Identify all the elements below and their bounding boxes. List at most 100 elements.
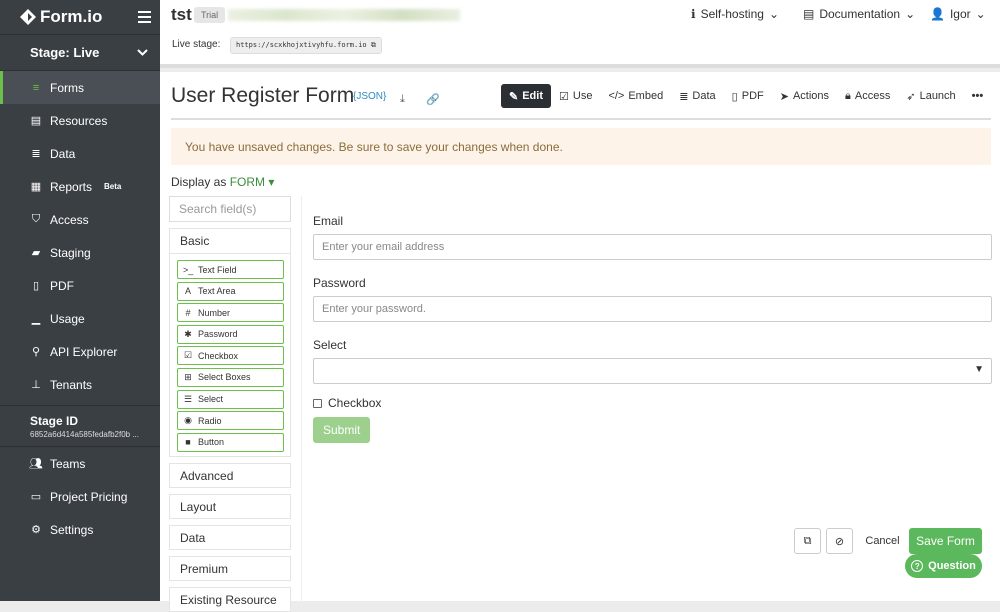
documentation-menu[interactable]: ▤ Documentation ⌄: [803, 7, 915, 21]
stage-selector[interactable]: Stage: Live: [0, 35, 160, 71]
component-icon: >_: [183, 264, 194, 275]
tab-use[interactable]: ☑ Use: [551, 84, 600, 108]
book-icon: ▤: [803, 7, 815, 21]
password-input[interactable]: Enter your password.: [313, 296, 992, 322]
sidebar-item-project-pricing[interactable]: ▭ Project Pricing: [0, 480, 160, 513]
sidebar-item-label: Project Pricing: [50, 489, 128, 504]
brand-header: Form.io: [0, 0, 160, 35]
tab-edit-label: Edit: [522, 90, 543, 102]
form-tabs: ✎ Edit ☑ Use </> Embed ≣ Data ▯ PDF ➤ Actions …: [501, 84, 991, 108]
component-number[interactable]: # Number: [177, 303, 284, 323]
sidebar-item-teams[interactable]: 👥︎ Teams: [0, 447, 160, 480]
component-label: Radio: [198, 415, 222, 426]
group-data[interactable]: Data: [169, 525, 291, 551]
sidebar-item-tenants[interactable]: ⊥ Tenants: [0, 368, 160, 401]
builder-sidebar: Search field(s) Basic >_ Text Field A Text …: [169, 196, 291, 612]
checkbox-field[interactable]: Checkbox: [313, 396, 381, 410]
beta-badge: Beta: [104, 182, 122, 191]
sidebar-item-access[interactable]: ⛉ Access: [0, 203, 160, 236]
group-premium[interactable]: Premium: [169, 556, 291, 582]
component-button[interactable]: ■ Button: [177, 432, 284, 452]
group-layout[interactable]: Layout: [169, 494, 291, 520]
group-existing-resource[interactable]: Existing Resource: [169, 587, 291, 612]
folder-icon: ▰: [31, 247, 41, 259]
sidebar-item-usage[interactable]: ▁ Usage: [0, 302, 160, 335]
project-name: tst: [171, 5, 192, 24]
email-input[interactable]: Enter your email address: [313, 234, 992, 260]
tab-data-label: Data: [692, 90, 716, 102]
submit-button[interactable]: Submit: [313, 417, 371, 443]
copy-button[interactable]: ⧉: [794, 528, 821, 554]
save-form-button[interactable]: Save Form: [909, 528, 982, 554]
copy-icon[interactable]: ⧉: [371, 41, 376, 49]
question-button[interactable]: ? Question: [905, 554, 982, 578]
tab-pdf[interactable]: ▯ PDF: [724, 84, 772, 108]
tab-edit[interactable]: ✎ Edit: [501, 84, 551, 108]
download-icon[interactable]: ⤓: [400, 93, 405, 106]
sidebar-item-data[interactable]: ≣ Data: [0, 137, 160, 170]
database-icon: ▤: [30, 115, 42, 127]
trial-badge: Trial: [194, 7, 226, 23]
stage-id-block: Stage ID 6852a6d414a585fedafb2f0b ...: [0, 405, 160, 447]
component-radio[interactable]: ◉ Radio: [177, 411, 284, 431]
display-as[interactable]: Display as FORM ▾: [171, 175, 274, 189]
component-select-boxes[interactable]: ⊞ Select Boxes: [177, 367, 284, 387]
component-password[interactable]: ✱ Password: [177, 324, 284, 344]
self-hosting-menu[interactable]: ℹ Self-hosting ⌄: [691, 7, 779, 21]
basic-group-header[interactable]: Basic: [170, 229, 290, 254]
component-checkbox[interactable]: ☑ Checkbox: [177, 346, 284, 366]
pdf-icon: ▯: [32, 280, 40, 292]
component-select[interactable]: ☰ Select: [177, 389, 284, 409]
sidebar-item-label: Access: [50, 212, 89, 227]
code-icon: </>: [608, 90, 625, 102]
basic-components: >_ Text Field A Text Area # Number ✱ Password ☑ C…: [170, 254, 290, 457]
sidebar-item-forms[interactable]: ≡ Forms: [0, 71, 160, 104]
ban-button[interactable]: ⊘: [826, 528, 853, 554]
tab-embed[interactable]: </> Embed: [600, 84, 671, 108]
basic-group: Basic >_ Text Field A Text Area # Number ✱ Pass…: [169, 228, 291, 458]
search-fields-input[interactable]: Search field(s): [169, 196, 291, 222]
edit-icon: ✎: [509, 90, 519, 103]
sidebar-item-label: Tenants: [50, 377, 93, 392]
caret-down-icon: ▼: [974, 364, 984, 375]
tab-launch[interactable]: ➶ Launch: [898, 84, 963, 108]
tab-actions-label: Actions: [792, 90, 830, 102]
chart-icon: ▁: [31, 313, 41, 325]
formio-logo[interactable]: Form.io: [20, 7, 102, 27]
select-label: Select: [313, 338, 347, 352]
json-link[interactable]: {JSON}: [353, 91, 386, 102]
live-stage-url[interactable]: https://scxkhojxtivyhfu.form.io ⧉: [230, 37, 382, 54]
component-icon: ⊞: [184, 371, 192, 382]
rocket-icon: ➶: [906, 90, 916, 103]
component-text-area[interactable]: A Text Area: [177, 281, 284, 301]
sidebar-item-api-explorer[interactable]: ⚲ API Explorer: [0, 335, 160, 368]
copy-icon: ⧉: [803, 534, 812, 547]
component-text-field[interactable]: >_ Text Field: [177, 260, 284, 279]
tab-actions[interactable]: ➤ Actions: [772, 84, 837, 108]
chevron-down-icon: ⌄: [975, 7, 986, 21]
sidebar-item-reports[interactable]: ▦ Reports Beta: [0, 170, 160, 203]
component-label: Checkbox: [198, 350, 239, 361]
group-advanced[interactable]: Advanced: [169, 463, 291, 489]
user-menu[interactable]: 👤 Igor ⌄: [930, 7, 986, 21]
checkbox-input[interactable]: [313, 398, 322, 408]
stage-id-title: Stage ID: [30, 414, 79, 428]
sidebar-item-settings[interactable]: ⚙ Settings: [0, 513, 160, 546]
tab-access[interactable]: 🔒︎ Access: [837, 84, 898, 108]
hamburger-icon[interactable]: [138, 11, 151, 26]
sidebar-item-staging[interactable]: ▰ Staging: [0, 236, 160, 269]
main-content: User Register Form {JSON} ⤓ 🔗 ✎ Edit ☑ Use…: [160, 72, 1000, 612]
link-icon[interactable]: 🔗: [426, 93, 440, 106]
sidebar-item-pdf[interactable]: ▯ PDF: [0, 269, 160, 302]
divider: [171, 118, 991, 120]
more-menu[interactable]: •••: [964, 84, 992, 108]
component-icon: ◉: [184, 415, 192, 426]
cancel-button[interactable]: Cancel: [859, 528, 906, 554]
sidebar-item-label: PDF: [50, 278, 74, 293]
brand-name: Form.io: [40, 7, 103, 26]
sidebar-item-resources[interactable]: ▤ Resources: [0, 104, 160, 137]
sidebar-item-label: Teams: [50, 456, 86, 471]
select-dropdown[interactable]: ▼: [313, 358, 992, 384]
caret-down-icon: ▾: [265, 175, 275, 189]
tab-data[interactable]: ≣ Data: [671, 84, 723, 108]
